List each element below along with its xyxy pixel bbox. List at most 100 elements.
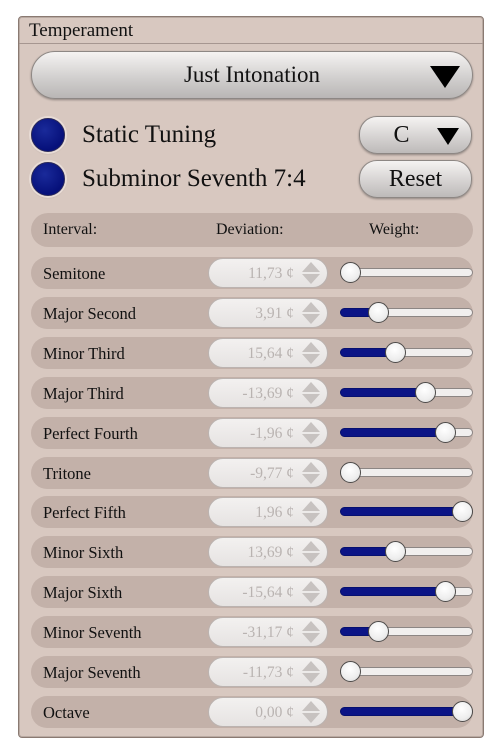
table-row: Major Second 3,91 ¢ [31,297,473,329]
deviation-spinbox[interactable]: 1,96 ¢ [208,497,328,527]
spinner-down-icon[interactable] [302,553,320,563]
deviation-spinbox[interactable]: -15,64 ¢ [208,577,328,607]
slider-thumb[interactable] [415,382,437,403]
weight-slider[interactable] [340,541,473,563]
deviation-value: 1,96 ¢ [255,504,294,521]
key-dropdown[interactable]: C [359,116,472,154]
spinner-arrows-icon[interactable] [302,501,320,523]
slider-thumb[interactable] [452,701,473,722]
weight-slider[interactable] [340,342,473,364]
deviation-spinbox[interactable]: -1,96 ¢ [208,418,328,448]
slider-thumb[interactable] [435,422,457,443]
slider-thumb[interactable] [340,462,361,483]
spinner-down-icon[interactable] [302,673,320,683]
temperament-dropdown[interactable]: Just Intonation [31,51,473,99]
spinner-down-icon[interactable] [302,274,320,284]
weight-slider[interactable] [340,701,473,723]
slider-thumb[interactable] [435,581,457,602]
spinner-arrows-icon[interactable] [302,581,320,603]
deviation-value: -9,77 ¢ [250,465,294,482]
spinner-up-icon[interactable] [302,462,320,472]
table-row: Tritone -9,77 ¢ [31,457,473,489]
weight-column-header: Weight: [369,221,420,238]
weight-slider[interactable] [340,462,473,484]
spinner-arrows-icon[interactable] [302,382,320,404]
slider-thumb[interactable] [452,501,473,522]
spinner-arrows-icon[interactable] [302,262,320,284]
deviation-spinbox[interactable]: -9,77 ¢ [208,458,328,488]
interval-table-header: Interval: Deviation: Weight: [31,213,473,247]
spinner-arrows-icon[interactable] [302,462,320,484]
spinner-down-icon[interactable] [302,314,320,324]
spinner-arrows-icon[interactable] [302,302,320,324]
weight-slider[interactable] [340,262,473,284]
deviation-spinbox[interactable]: 11,73 ¢ [208,258,328,288]
weight-slider[interactable] [340,661,473,683]
dropdown-arrow-icon [430,66,460,88]
table-row: Minor Third 15,64 ¢ [31,337,473,369]
spinner-up-icon[interactable] [302,661,320,671]
spinner-down-icon[interactable] [302,713,320,723]
spinner-up-icon[interactable] [302,262,320,272]
spinner-down-icon[interactable] [302,474,320,484]
spinner-arrows-icon[interactable] [302,422,320,444]
deviation-value: -1,96 ¢ [250,425,294,442]
deviation-spinbox[interactable]: -31,17 ¢ [208,617,328,647]
interval-label: Semitone [43,264,106,283]
weight-slider[interactable] [340,581,473,603]
spinner-down-icon[interactable] [302,354,320,364]
key-dropdown-value: C [393,121,410,148]
spinner-up-icon[interactable] [302,342,320,352]
deviation-spinbox[interactable]: -13,69 ¢ [208,378,328,408]
spinner-up-icon[interactable] [302,701,320,711]
static-tuning-radio-icon[interactable] [31,118,65,152]
table-row: Perfect Fifth 1,96 ¢ [31,496,473,528]
spinner-arrows-icon[interactable] [302,661,320,683]
spinner-up-icon[interactable] [302,302,320,312]
interval-label: Octave [43,703,90,722]
spinner-arrows-icon[interactable] [302,541,320,563]
deviation-spinbox[interactable]: 0,00 ¢ [208,697,328,727]
slider-fill [340,587,446,596]
weight-slider[interactable] [340,382,473,404]
subminor-seventh-option[interactable]: Subminor Seventh 7:4 [31,162,306,196]
deviation-spinbox[interactable]: 13,69 ¢ [208,537,328,567]
slider-thumb[interactable] [384,541,406,562]
deviation-spinbox[interactable]: 3,91 ¢ [208,298,328,328]
deviation-value: -15,64 ¢ [242,584,294,601]
weight-slider[interactable] [340,422,473,444]
slider-thumb[interactable] [368,621,389,642]
spinner-arrows-icon[interactable] [302,621,320,643]
slider-thumb[interactable] [368,302,389,323]
deviation-value: 13,69 ¢ [247,544,295,561]
spinner-down-icon[interactable] [302,434,320,444]
spinner-down-icon[interactable] [302,633,320,643]
spinner-up-icon[interactable] [302,581,320,591]
slider-thumb[interactable] [340,262,361,283]
spinner-up-icon[interactable] [302,541,320,551]
spinner-arrows-icon[interactable] [302,342,320,364]
spinner-up-icon[interactable] [302,501,320,511]
weight-slider[interactable] [340,621,473,643]
spinner-up-icon[interactable] [302,382,320,392]
spinner-up-icon[interactable] [302,422,320,432]
reset-button[interactable]: Reset [359,160,472,198]
spinner-down-icon[interactable] [302,513,320,523]
spinner-down-icon[interactable] [302,394,320,404]
subminor-seventh-radio-icon[interactable] [31,162,65,196]
table-row: Minor Sixth 13,69 ¢ [31,536,473,568]
deviation-value: 0,00 ¢ [255,704,294,721]
deviation-value: 11,73 ¢ [248,265,294,282]
spinner-up-icon[interactable] [302,621,320,631]
key-dropdown-arrow-icon [437,128,459,145]
static-tuning-option[interactable]: Static Tuning [31,118,216,152]
slider-thumb[interactable] [340,661,361,682]
weight-slider[interactable] [340,302,473,324]
deviation-spinbox[interactable]: -11,73 ¢ [208,657,328,687]
interval-label: Minor Sixth [43,543,124,562]
weight-slider[interactable] [340,501,473,523]
slider-thumb[interactable] [384,342,406,363]
deviation-spinbox[interactable]: 15,64 ¢ [208,338,328,368]
spinner-arrows-icon[interactable] [302,701,320,723]
spinner-down-icon[interactable] [302,593,320,603]
